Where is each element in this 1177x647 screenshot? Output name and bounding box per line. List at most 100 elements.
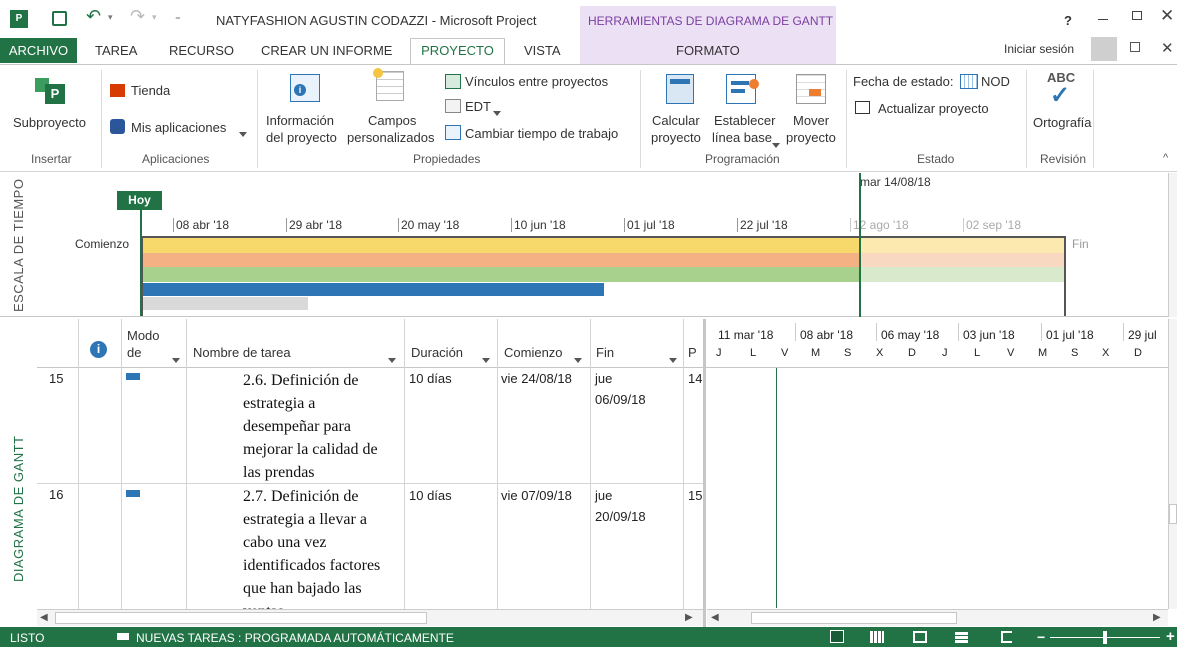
col-modo-1[interactable]: Modo	[127, 328, 160, 343]
timeline-bar-yellow-future[interactable]	[859, 238, 1064, 253]
campos-label-1[interactable]: Campos	[368, 113, 416, 128]
collapse-ribbon-icon[interactable]: ^	[1163, 152, 1168, 164]
timeline-bar-gray[interactable]	[143, 297, 308, 310]
col-modo-2[interactable]: de	[127, 345, 141, 360]
fecha-estado-value[interactable]: NOD	[981, 74, 1010, 89]
info-proyecto-label-2[interactable]: del proyecto	[266, 130, 337, 145]
calcular-label-1[interactable]: Calcular	[652, 113, 700, 128]
new-task-mode-icon	[117, 633, 129, 640]
chart-day: X	[1102, 347, 1110, 359]
minimize-icon[interactable]	[1098, 19, 1108, 20]
col-duracion-filter-icon[interactable]	[482, 352, 490, 366]
timeline-tick: 29 abr '18	[286, 218, 342, 232]
calcular-label-2[interactable]: proyecto	[651, 130, 701, 145]
timeline-bar-blue[interactable]	[143, 283, 604, 296]
task-end-date[interactable]: 06/09/18	[595, 392, 646, 407]
row-id[interactable]: 16	[49, 487, 63, 502]
task-start[interactable]: vie 24/08/18	[501, 371, 572, 386]
mis-aplicaciones-button[interactable]: Mis aplicaciones	[131, 120, 226, 135]
table-horizontal-scrollbar[interactable]: ◀ ▶	[37, 609, 703, 626]
undo-icon[interactable]: ↶	[86, 6, 101, 27]
ribbon-close-icon[interactable]: ✕	[1161, 39, 1174, 57]
mover-label-1[interactable]: Mover	[793, 113, 829, 128]
task-name[interactable]: 2.6. Definición de estrategia a desempeñ…	[243, 369, 403, 484]
undo-dropdown-icon[interactable]: ▾	[108, 12, 113, 23]
task-predecessor[interactable]: 15	[688, 488, 702, 503]
close-icon[interactable]: ✕	[1160, 6, 1174, 26]
col-modo-filter-icon[interactable]	[172, 352, 180, 366]
col-predecesoras[interactable]: P	[688, 345, 697, 360]
timeline-bar-yellow[interactable]	[143, 238, 859, 253]
row-id[interactable]: 15	[49, 371, 63, 386]
tab-formato[interactable]: FORMATO	[676, 43, 740, 58]
zoom-out-icon[interactable]: −	[1037, 629, 1045, 645]
save-icon[interactable]	[52, 11, 67, 26]
timeline-bar-orange-future[interactable]	[859, 253, 1064, 267]
chart-day: V	[1007, 347, 1015, 359]
actualizar-proyecto-button[interactable]: Actualizar proyecto	[878, 101, 989, 116]
quick-access-customize-icon[interactable]: ₌	[175, 10, 181, 23]
col-duracion[interactable]: Duración	[411, 345, 463, 360]
report-view-icon[interactable]	[1001, 631, 1012, 643]
timeline-bar-green-future[interactable]	[859, 267, 1064, 282]
task-end-day[interactable]: jue	[595, 488, 612, 503]
col-nombre-filter-icon[interactable]	[388, 352, 396, 366]
signin-link[interactable]: Iniciar sesión	[1004, 42, 1074, 56]
zoom-in-icon[interactable]: +	[1166, 628, 1175, 645]
ortografia-button[interactable]: Ortografía	[1033, 115, 1092, 130]
timeline-bar-orange[interactable]	[143, 253, 859, 267]
task-predecessor[interactable]: 14	[688, 371, 702, 386]
gantt-view-icon[interactable]	[830, 630, 844, 643]
zoom-slider-thumb[interactable]	[1103, 631, 1107, 644]
campos-label-2[interactable]: personalizados	[347, 130, 434, 145]
tab-archivo[interactable]: ARCHIVO	[0, 38, 77, 63]
vinculos-button[interactable]: Vínculos entre proyectos	[465, 74, 608, 89]
timeline-bar-green[interactable]	[143, 267, 859, 282]
tab-tarea[interactable]: TAREA	[95, 43, 137, 58]
col-fin-filter-icon[interactable]	[669, 352, 677, 366]
subproyecto-button[interactable]: Subproyecto	[13, 115, 86, 130]
task-end-date[interactable]: 20/09/18	[595, 509, 646, 524]
team-planner-view-icon[interactable]	[913, 631, 927, 643]
chart-horizontal-scrollbar[interactable]: ◀ ▶	[707, 609, 1168, 626]
chart-vertical-scrollbar[interactable]	[1168, 319, 1177, 609]
cambiar-tiempo-button[interactable]: Cambiar tiempo de trabajo	[465, 126, 618, 141]
tab-proyecto[interactable]: PROYECTO	[410, 38, 505, 65]
establecer-label-2[interactable]: línea base	[712, 130, 772, 145]
establecer-dropdown-icon[interactable]	[772, 137, 780, 151]
timeline-side-label: ESCALA DE TIEMPO	[11, 178, 26, 312]
edt-dropdown-icon[interactable]	[493, 105, 501, 119]
task-start[interactable]: vie 07/09/18	[501, 488, 572, 503]
tab-recurso[interactable]: RECURSO	[169, 43, 234, 58]
tab-crear-informe[interactable]: CREAR UN INFORME	[261, 43, 392, 58]
redo-icon[interactable]: ↷	[130, 6, 145, 27]
mis-aplicaciones-dropdown-icon[interactable]	[239, 126, 247, 140]
col-comienzo[interactable]: Comienzo	[504, 345, 563, 360]
mover-label-2[interactable]: proyecto	[786, 130, 836, 145]
calendar-icon[interactable]	[960, 74, 978, 89]
tab-vista[interactable]: VISTA	[524, 43, 561, 58]
redo-dropdown-icon[interactable]: ▾	[152, 12, 157, 23]
col-comienzo-filter-icon[interactable]	[574, 352, 582, 366]
col-fin[interactable]: Fin	[596, 345, 614, 360]
info-proyecto-label-1[interactable]: Información	[266, 113, 334, 128]
task-duration[interactable]: 10 días	[409, 488, 452, 503]
task-usage-view-icon[interactable]	[870, 631, 884, 643]
ribbon-restore-icon[interactable]	[1130, 42, 1140, 52]
task-end-day[interactable]: jue	[595, 371, 612, 386]
establecer-label-1[interactable]: Establecer	[714, 113, 775, 128]
tienda-button[interactable]: Tienda	[131, 83, 170, 98]
subproject-icon: P	[35, 74, 65, 104]
restore-icon[interactable]	[1132, 11, 1142, 20]
timeline-vertical-scrollbar[interactable]	[1168, 173, 1177, 317]
new-task-mode[interactable]: NUEVAS TAREAS : PROGRAMADA AUTOMÁTICAMEN…	[136, 631, 454, 645]
task-name[interactable]: 2.7. Definición de estrategia a llevar a…	[243, 485, 403, 609]
col-nombre-tarea[interactable]: Nombre de tarea	[193, 345, 291, 360]
wbs-icon	[445, 99, 461, 113]
task-duration[interactable]: 10 días	[409, 371, 452, 386]
avatar[interactable]	[1091, 37, 1117, 61]
help-button[interactable]: ?	[1064, 13, 1072, 28]
resource-sheet-view-icon[interactable]	[955, 631, 968, 643]
edt-button[interactable]: EDT	[465, 99, 491, 114]
timeline-tick: 20 may '18	[398, 218, 459, 232]
